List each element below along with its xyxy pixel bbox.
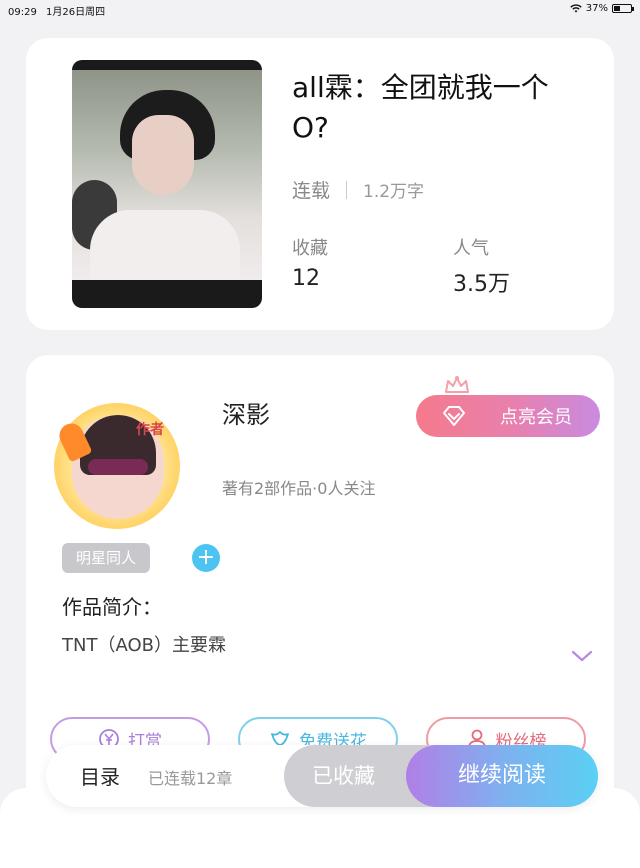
favorites-value: 12: [292, 266, 320, 291]
status-time-date: 09:29 1月26日周四: [8, 3, 105, 18]
battery-percent: 37%: [585, 3, 608, 14]
intro-label: 作品简介：: [62, 595, 162, 619]
intro-text: TNT（AOB）主要霖: [62, 635, 226, 656]
chapter-count: 已连载12章: [148, 769, 233, 788]
status-date: 1月26日周四: [46, 7, 106, 18]
vip-button[interactable]: 点亮会员: [416, 395, 600, 437]
popularity-label: 人气: [453, 238, 489, 259]
status-right: 37%: [570, 3, 634, 14]
add-tag-button[interactable]: +: [192, 544, 220, 572]
divider: [346, 180, 348, 199]
book-cover-image[interactable]: [72, 60, 262, 308]
vip-button-label: 点亮会员: [500, 407, 572, 428]
book-status-row: 连载 1.2万字: [292, 176, 424, 203]
word-count: 1.2万字: [363, 182, 425, 202]
book-info-card: all霖：全团就我一个O? 连载 1.2万字 收藏 12 人气 3.5万: [26, 38, 614, 330]
genre-tag[interactable]: 明星同人: [62, 543, 151, 573]
author-name[interactable]: 深影: [222, 395, 270, 430]
serial-status: 连载: [292, 180, 331, 202]
battery-icon: [612, 4, 634, 13]
bottom-action-bar: 目录 已连载12章 已收藏 继续阅读: [46, 745, 598, 807]
crown-icon: [445, 376, 469, 393]
status-bar: 09:29 1月26日周四 37%: [0, 0, 640, 18]
chevron-down-icon[interactable]: [570, 649, 594, 663]
toc-button[interactable]: 目录: [80, 761, 120, 790]
popularity-value: 3.5万: [453, 272, 510, 297]
status-time: 09:29: [8, 7, 37, 18]
author-meta: 著有2部作品·0人关注: [222, 479, 376, 498]
diamond-icon: [443, 406, 465, 426]
wifi-icon: [570, 4, 582, 13]
author-avatar[interactable]: 作者: [54, 403, 180, 529]
book-title: all霖：全团就我一个O?: [292, 71, 549, 144]
author-badge: 作者: [136, 422, 164, 438]
continue-reading-button[interactable]: 继续阅读: [406, 745, 598, 807]
favorites-label: 收藏: [292, 238, 328, 259]
